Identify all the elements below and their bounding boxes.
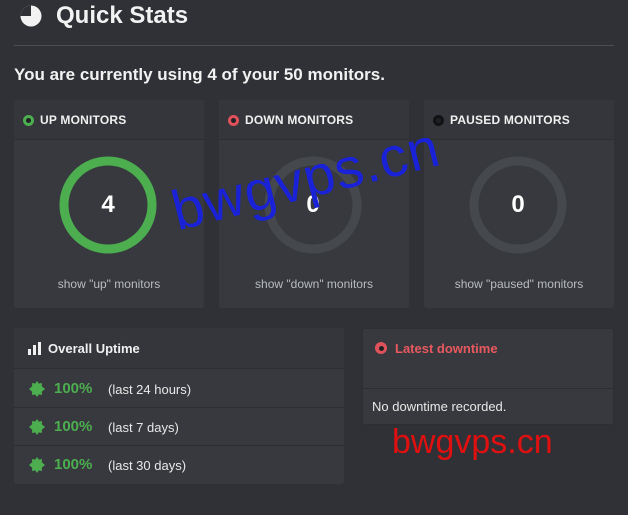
card-label: PAUSED MONITORS — [450, 113, 570, 127]
downtime-header: Latest downtime — [363, 329, 613, 389]
bar-chart-icon — [28, 342, 41, 355]
uptime-row: 100% (last 30 days) — [14, 446, 344, 484]
watermark-red: bwgvps.cn — [392, 423, 553, 461]
paused-monitors-card: PAUSED MONITORS 0 show "paused" monitors — [424, 100, 614, 308]
downtime-message: No downtime recorded. — [372, 399, 507, 414]
pie-chart-icon — [20, 5, 42, 27]
up-monitors-card: UP MONITORS 4 show "up" monitors — [14, 100, 204, 308]
seal-badge-icon — [29, 381, 45, 397]
status-dot-icon — [228, 115, 239, 126]
downtime-title: Latest downtime — [395, 341, 498, 356]
card-label: DOWN MONITORS — [245, 113, 354, 127]
card-header: UP MONITORS — [14, 100, 204, 140]
show-up-monitors-link[interactable]: show "up" monitors — [14, 277, 204, 291]
status-dot-icon — [375, 342, 387, 354]
show-down-monitors-link[interactable]: show "down" monitors — [219, 277, 409, 291]
monitor-count: 4 — [101, 191, 115, 218]
latest-downtime-panel: Latest downtime No downtime recorded. — [362, 328, 614, 425]
header-divider — [14, 45, 614, 46]
uptime-row: 100% (last 7 days) — [14, 408, 344, 446]
uptime-percent: 100% — [54, 380, 93, 397]
page-header: Quick Stats — [0, 0, 628, 46]
uptime-period: (last 7 days) — [108, 420, 179, 435]
monitor-count: 0 — [306, 191, 320, 218]
uptime-row: 100% (last 24 hours) — [14, 370, 344, 408]
seal-badge-icon — [29, 419, 45, 435]
status-dot-icon — [23, 115, 34, 126]
uptime-period: (last 30 days) — [108, 458, 187, 473]
down-monitors-card: DOWN MONITORS 0 show "down" monitors — [219, 100, 409, 308]
status-dot-icon — [433, 115, 444, 126]
card-header: PAUSED MONITORS — [424, 100, 614, 140]
card-header: DOWN MONITORS — [219, 100, 409, 140]
seal-badge-icon — [29, 457, 45, 473]
page-title: Quick Stats — [56, 2, 189, 29]
show-paused-monitors-link[interactable]: show "paused" monitors — [424, 277, 614, 291]
uptime-title: Overall Uptime — [48, 341, 140, 356]
monitor-count: 0 — [511, 191, 525, 218]
uptime-percent: 100% — [54, 418, 93, 435]
usage-summary: You are currently using 4 of your 50 mon… — [14, 65, 385, 84]
uptime-header: Overall Uptime — [14, 328, 344, 369]
uptime-period: (last 24 hours) — [108, 382, 192, 397]
card-label: UP MONITORS — [40, 113, 127, 127]
overall-uptime-panel: Overall Uptime 100% (last 24 hours) 100%… — [14, 328, 344, 484]
uptime-percent: 100% — [54, 456, 93, 473]
